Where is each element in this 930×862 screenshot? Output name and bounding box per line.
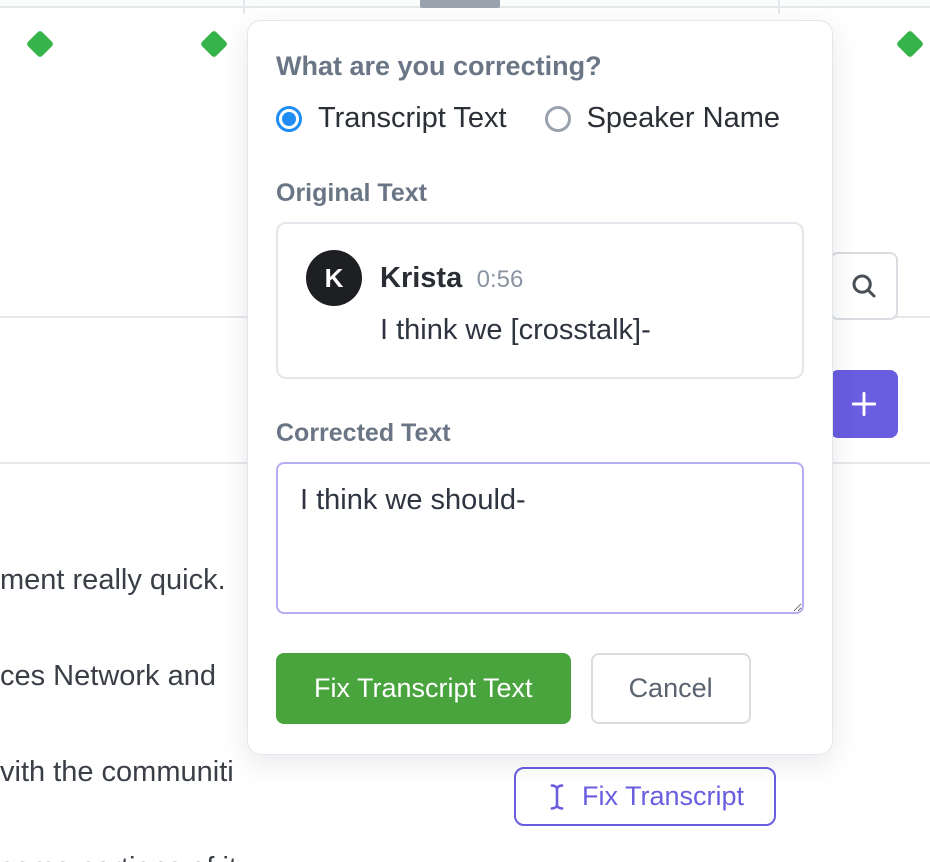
- fix-transcript-label: Fix Transcript: [582, 781, 744, 812]
- original-text-label: Original Text: [276, 179, 804, 208]
- radio-indicator: [545, 106, 571, 132]
- radio-transcript-text[interactable]: Transcript Text: [276, 102, 507, 135]
- radio-label: Transcript Text: [318, 102, 507, 135]
- marker-diamond[interactable]: [896, 30, 924, 58]
- add-button[interactable]: [830, 370, 898, 438]
- correction-type-radio-group: Transcript Text Speaker Name: [276, 102, 804, 135]
- original-text-box: K Krista 0:56 I think we [crosstalk]-: [276, 222, 804, 379]
- top-divider: [778, 0, 780, 14]
- popover-title: What are you correcting?: [276, 51, 804, 82]
- cancel-button[interactable]: Cancel: [591, 653, 751, 724]
- marker-diamond[interactable]: [200, 30, 228, 58]
- fix-transcript-text-button[interactable]: Fix Transcript Text: [276, 653, 571, 724]
- avatar: K: [306, 250, 362, 306]
- timestamp: 0:56: [477, 266, 524, 293]
- fix-transcript-button[interactable]: Fix Transcript: [514, 767, 776, 826]
- marker-diamond[interactable]: [26, 30, 54, 58]
- radio-label: Speaker Name: [587, 102, 780, 135]
- transcript-line: vith the communiti: [0, 756, 234, 788]
- text-cursor-icon: [546, 783, 568, 811]
- original-text-value: I think we [crosstalk]-: [380, 314, 774, 347]
- plus-icon: [848, 388, 880, 420]
- corrected-text-input[interactable]: [276, 462, 804, 614]
- transcript-line: ment really quick.: [0, 564, 226, 596]
- top-divider: [243, 0, 245, 14]
- correction-popover: What are you correcting? Transcript Text…: [247, 20, 833, 755]
- speaker-name: Krista: [380, 262, 462, 294]
- search-icon: [849, 271, 879, 301]
- transcript-line: some portions of it: [0, 852, 237, 862]
- radio-speaker-name[interactable]: Speaker Name: [545, 102, 780, 135]
- corrected-text-label: Corrected Text: [276, 419, 804, 448]
- search-button[interactable]: [830, 252, 898, 320]
- transcript-line: ces Network and: [0, 660, 216, 692]
- top-tab-indicator: [420, 0, 500, 8]
- radio-indicator-selected: [276, 106, 302, 132]
